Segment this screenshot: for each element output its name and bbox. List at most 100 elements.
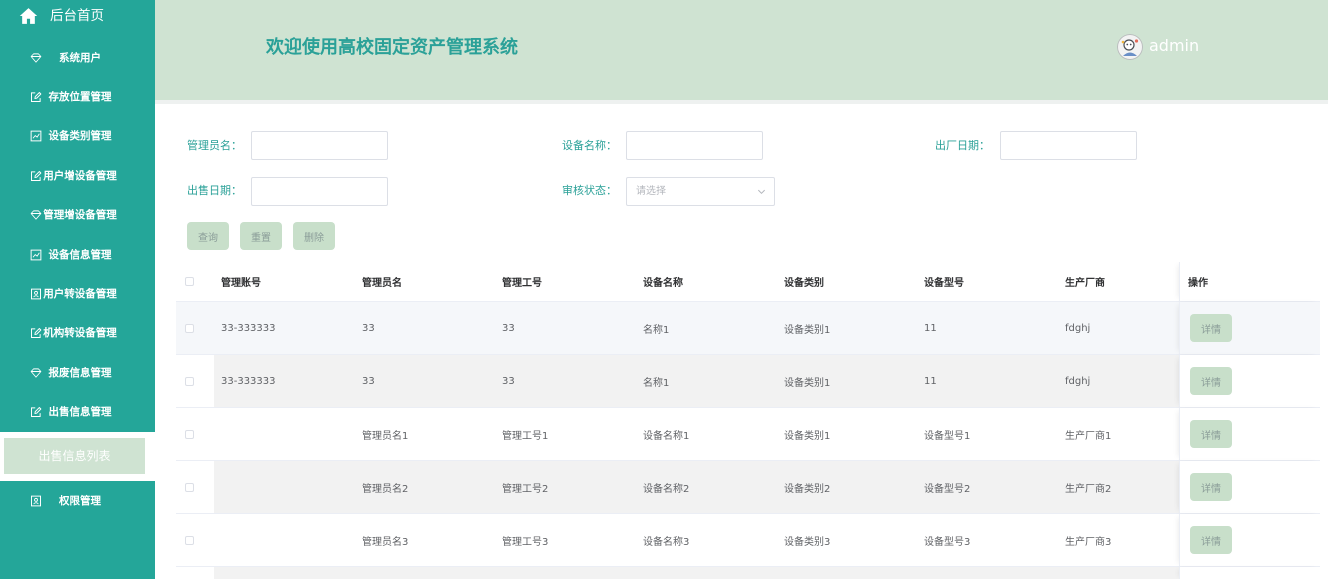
sidebar-item-user-add-device[interactable]: 用户增设备管理 bbox=[0, 156, 155, 195]
cell-admin-account bbox=[214, 567, 355, 579]
header-checkbox-cell bbox=[176, 262, 214, 301]
submenu-item-sale-list[interactable]: 出售信息列表 bbox=[4, 438, 145, 474]
sidebar-item-permissions[interactable]: 权限管理 bbox=[0, 481, 155, 521]
cell-admin-no: 管理工号1 bbox=[495, 408, 636, 460]
cell-admin-name: 33 bbox=[355, 302, 495, 354]
table-body: 33-333333 33 33 名称1 设备类别1 11 fdghj 详情 33-333333 3… bbox=[176, 302, 1320, 579]
detail-button[interactable]: 详情 bbox=[1190, 473, 1232, 501]
row-checkbox[interactable] bbox=[185, 376, 194, 386]
sale-date-input[interactable] bbox=[251, 177, 388, 206]
delete-button[interactable]: 删除 bbox=[293, 222, 335, 250]
cell-admin-name: 管理员名1 bbox=[355, 408, 495, 460]
column-header-device-name: 设备名称 bbox=[636, 262, 777, 301]
sidebar-item-device-info[interactable]: 设备信息管理 bbox=[0, 235, 155, 274]
cell-admin-name bbox=[355, 567, 495, 579]
edit-icon bbox=[30, 170, 42, 182]
cell-device-name bbox=[636, 567, 777, 579]
sidebar-item-label: 权限管理 bbox=[59, 495, 101, 507]
cell-device-name: 名称1 bbox=[636, 302, 777, 354]
checkbox-cell bbox=[176, 461, 214, 513]
sidebar-item-org-transfer-device[interactable]: 机构转设备管理 bbox=[0, 314, 155, 353]
actions-cell bbox=[1179, 567, 1320, 579]
sidebar-item-sale-info[interactable]: 出售信息管理 bbox=[0, 393, 155, 432]
avatar[interactable] bbox=[1117, 34, 1143, 60]
search-button[interactable]: 查询 bbox=[187, 222, 229, 250]
column-header-manufacturer: 生产厂商 bbox=[1058, 262, 1179, 301]
cell-manufacturer: fdghj bbox=[1058, 302, 1179, 354]
cell-device-model: 设备型号2 bbox=[917, 461, 1058, 513]
admin-name-input[interactable] bbox=[251, 131, 388, 160]
sale-date-label: 出售日期： bbox=[187, 184, 242, 197]
actions-cell: 详情 bbox=[1179, 355, 1320, 407]
cell-device-model: 设备型号1 bbox=[917, 408, 1058, 460]
sidebar-item-user-transfer-device[interactable]: 用户转设备管理 bbox=[0, 274, 155, 313]
cell-admin-no: 管理工号2 bbox=[495, 461, 636, 513]
column-header-device-model: 设备型号 bbox=[917, 262, 1058, 301]
sidebar-item-scrap-info[interactable]: 报废信息管理 bbox=[0, 353, 155, 392]
checkbox-cell bbox=[176, 408, 214, 460]
reset-button[interactable]: 重置 bbox=[240, 222, 282, 250]
column-header-device-category: 设备类别 bbox=[777, 262, 917, 301]
cell-admin-no: 33 bbox=[495, 302, 636, 354]
sidebar-item-label: 设备信息管理 bbox=[48, 248, 112, 261]
select-all-checkbox[interactable] bbox=[185, 277, 194, 286]
sidebar-item-device-category[interactable]: 设备类别管理 bbox=[0, 117, 155, 156]
cell-manufacturer: 生产厂商2 bbox=[1058, 461, 1179, 513]
row-checkbox[interactable] bbox=[185, 482, 194, 492]
checkbox-cell bbox=[176, 514, 214, 566]
sidebar-item-label: 设备类别管理 bbox=[48, 130, 112, 143]
id-card-icon bbox=[30, 495, 42, 507]
row-checkbox[interactable] bbox=[185, 429, 194, 439]
factory-date-input[interactable] bbox=[1000, 131, 1137, 160]
cell-device-name: 名称1 bbox=[636, 355, 777, 407]
review-status-select[interactable]: 请选择 bbox=[626, 177, 775, 206]
sale-info-submenu: 出售信息列表 bbox=[0, 432, 155, 481]
cell-device-category: 设备类别3 bbox=[777, 514, 917, 566]
cell-admin-name: 33 bbox=[355, 355, 495, 407]
detail-button[interactable]: 详情 bbox=[1190, 367, 1232, 395]
cell-admin-account: 33-333333 bbox=[214, 302, 355, 354]
table-row: 管理员名2 管理工号2 设备名称2 设备类别2 设备型号2 生产厂商2 详情 bbox=[176, 461, 1320, 514]
id-card-icon bbox=[30, 288, 42, 300]
detail-button[interactable]: 详情 bbox=[1190, 420, 1232, 448]
cell-device-name: 设备名称2 bbox=[636, 461, 777, 513]
chart-icon bbox=[30, 249, 42, 261]
username[interactable]: admin bbox=[1149, 36, 1199, 56]
actions-cell: 详情 bbox=[1179, 514, 1320, 566]
cell-admin-no: 33 bbox=[495, 355, 636, 407]
detail-button[interactable]: 详情 bbox=[1190, 314, 1232, 342]
sidebar-item-home[interactable]: 后台首页 bbox=[0, 0, 155, 33]
data-table: 管理账号 管理员名 管理工号 设备名称 设备类别 设备型号 生产厂商 操作 33… bbox=[176, 262, 1320, 579]
cell-admin-name: 管理员名3 bbox=[355, 514, 495, 566]
device-name-input[interactable] bbox=[626, 131, 763, 160]
sidebar-item-storage-location[interactable]: 存放位置管理 bbox=[0, 77, 155, 116]
sidebar-item-system-users[interactable]: 系统用户 bbox=[0, 38, 155, 77]
detail-button[interactable]: 详情 bbox=[1190, 526, 1232, 554]
sidebar-item-label: 机构转设备管理 bbox=[43, 327, 117, 340]
cell-device-category: 设备类别1 bbox=[777, 408, 917, 460]
checkbox-cell bbox=[176, 567, 214, 579]
table-row: 管理员名3 管理工号3 设备名称3 设备类别3 设备型号3 生产厂商3 详情 bbox=[176, 514, 1320, 567]
table-row-partial bbox=[176, 567, 1320, 579]
row-checkbox[interactable] bbox=[185, 535, 194, 545]
table-row: 33-333333 33 33 名称1 设备类别1 11 fdghj 详情 bbox=[176, 302, 1320, 355]
table-row: 管理员名1 管理工号1 设备名称1 设备类别1 设备型号1 生产厂商1 详情 bbox=[176, 408, 1320, 461]
cell-admin-account: 33-333333 bbox=[214, 355, 355, 407]
cell-device-category: 设备类别1 bbox=[777, 355, 917, 407]
cell-admin-account bbox=[214, 408, 355, 460]
edit-icon bbox=[30, 91, 42, 103]
cell-device-category: 设备类别2 bbox=[777, 461, 917, 513]
cell-admin-account bbox=[214, 461, 355, 513]
top-header: 欢迎使用高校固定资产管理系统 admin bbox=[155, 0, 1328, 100]
row-checkbox[interactable] bbox=[185, 323, 194, 333]
sidebar-item-label: 出售信息管理 bbox=[48, 406, 112, 419]
sidebar-item-label: 用户增设备管理 bbox=[43, 169, 117, 182]
cell-device-category: 设备类别1 bbox=[777, 302, 917, 354]
edit-icon bbox=[30, 406, 42, 418]
cell-device-category bbox=[777, 567, 917, 579]
review-status-placeholder: 请选择 bbox=[636, 186, 666, 197]
edit-icon bbox=[30, 327, 42, 339]
sidebar-item-admin-add-device[interactable]: 管理增设备管理 bbox=[0, 196, 155, 235]
diamond-icon bbox=[30, 52, 42, 64]
header-divider bbox=[155, 100, 1328, 104]
